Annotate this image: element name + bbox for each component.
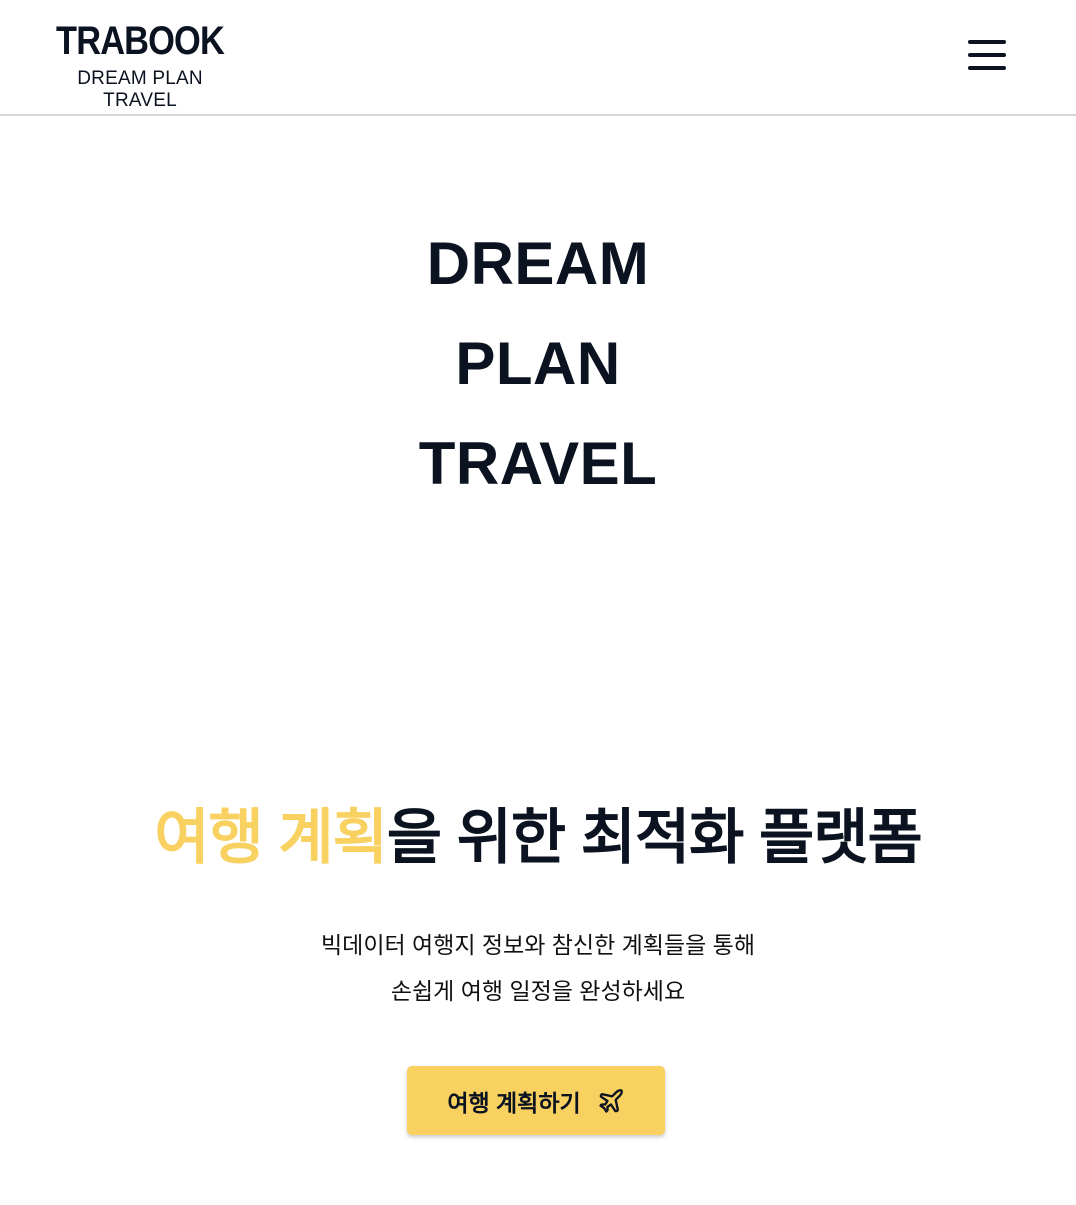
- hero-section: DREAM PLAN TRAVEL: [0, 118, 1076, 514]
- hero-tagline: DREAM PLAN TRAVEL: [0, 118, 1076, 514]
- airplane-icon: [599, 1088, 623, 1113]
- plan-trip-label: 여행 계획하기: [447, 1089, 581, 1116]
- main-headline: 여행 계획을 위한 최적화 플랫폼: [0, 800, 1076, 876]
- headline-accent: 여행 계획: [154, 804, 387, 871]
- menu-bar-bottom: [968, 66, 1006, 70]
- menu-bar-top: [968, 40, 1006, 44]
- hero-line-plan: PLAN: [455, 330, 621, 397]
- site-logo[interactable]: TRABOOK DREAM PLAN TRAVEL: [40, 18, 240, 112]
- logo-title: TRABOOK: [56, 19, 225, 63]
- plan-trip-button[interactable]: 여행 계획하기: [407, 1066, 665, 1135]
- site-header: TRABOOK DREAM PLAN TRAVEL: [0, 0, 1076, 116]
- hamburger-menu-icon[interactable]: [960, 34, 1012, 76]
- description-line-1: 빅데이터 여행지 정보와 참신한 계획들을 통해: [321, 932, 755, 958]
- description-line-2: 손쉽게 여행 일정을 완성하세요: [390, 978, 686, 1004]
- logo-subtitle: DREAM PLAN TRAVEL: [77, 68, 203, 111]
- hero-line-travel: TRAVEL: [418, 430, 658, 497]
- headline-rest: 을 위한 최적화 플랫폼: [386, 804, 923, 871]
- description: 빅데이터 여행지 정보와 참신한 계획들을 통해 손쉽게 여행 일정을 완성하세…: [0, 922, 1076, 1014]
- menu-bar-middle: [968, 53, 1006, 57]
- hero-line-dream: DREAM: [426, 230, 650, 297]
